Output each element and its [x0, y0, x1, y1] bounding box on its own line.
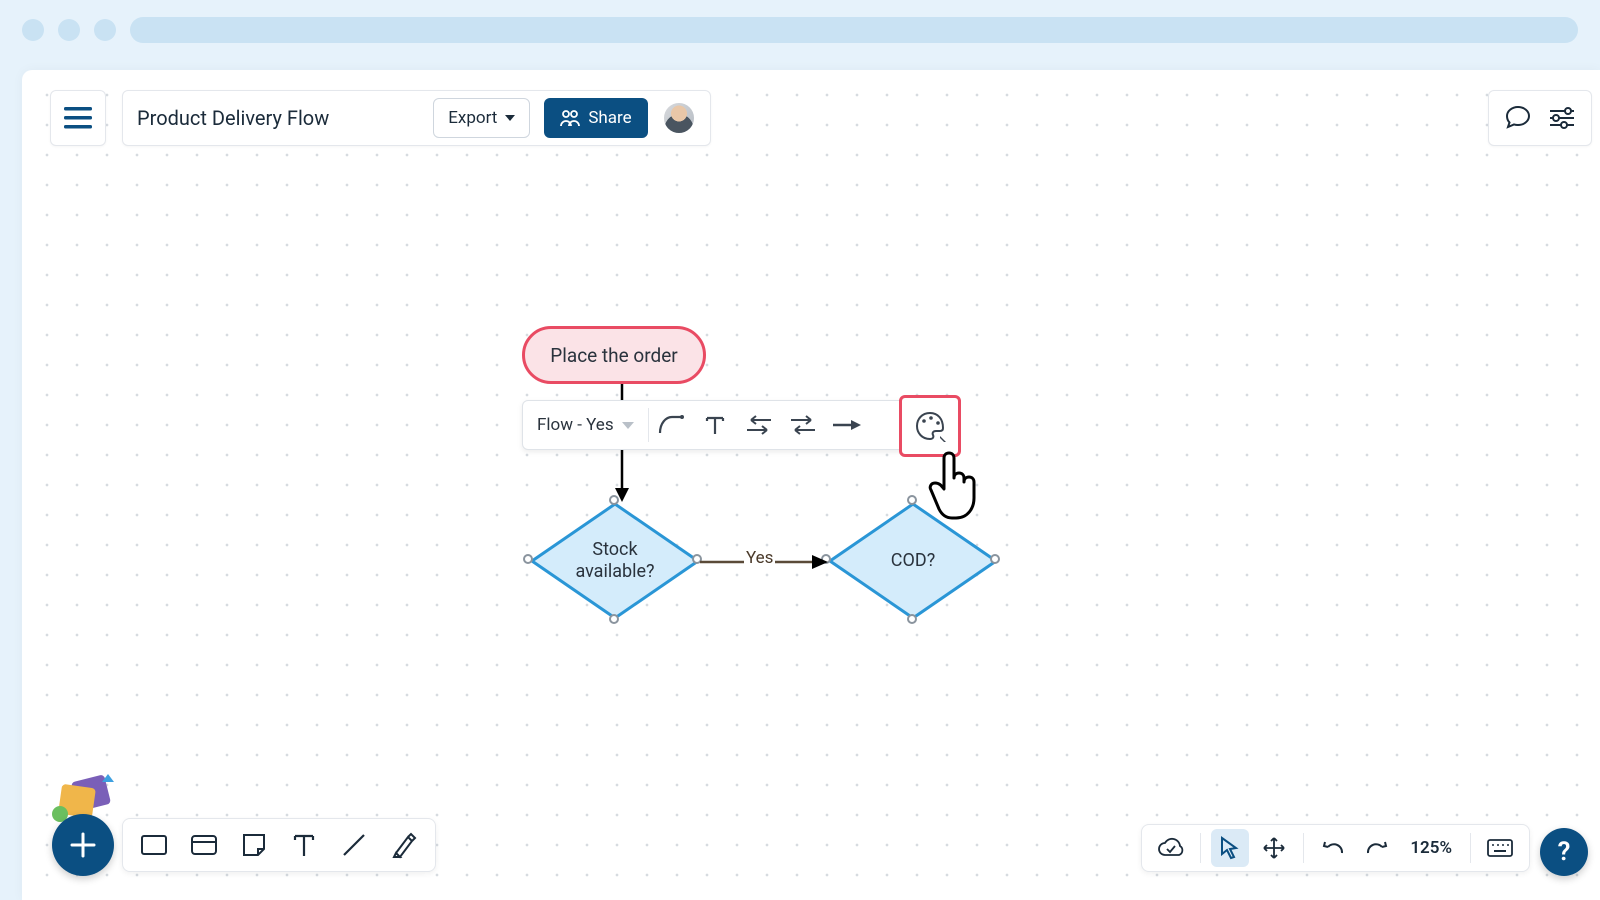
help-button[interactable]: ? [1540, 828, 1588, 876]
window-dot [22, 19, 44, 41]
connector-context-toolbar: Flow - Yes [522, 400, 954, 450]
sticky-note-tool[interactable] [231, 822, 277, 868]
people-icon [560, 109, 580, 127]
palette-icon [914, 410, 946, 442]
line-tool[interactable] [331, 822, 377, 868]
stock-node-label: Stock available? [530, 502, 700, 620]
highlighter-icon [390, 831, 418, 859]
add-shape-button[interactable] [52, 814, 114, 876]
comments-button[interactable] [1499, 99, 1537, 137]
main-menu-button[interactable] [50, 90, 106, 146]
swap-arrows-icon [789, 414, 817, 436]
sticky-note-icon [241, 832, 267, 858]
move-icon [1262, 836, 1286, 860]
document-title[interactable]: Product Delivery Flow [137, 106, 419, 130]
status-bar: 125% [1141, 824, 1530, 872]
text-button[interactable] [693, 403, 737, 447]
settings-button[interactable] [1543, 99, 1581, 137]
cursor-hand-icon [926, 446, 986, 526]
start-node-label: Place the order [550, 344, 677, 367]
cloud-check-icon [1157, 837, 1185, 859]
right-toolbar [1488, 90, 1592, 146]
card-tool[interactable] [181, 822, 227, 868]
browser-chrome [0, 0, 1600, 60]
card-icon [190, 833, 218, 857]
caret-down-icon [622, 422, 634, 429]
user-avatar[interactable] [662, 101, 696, 135]
undo-icon [1322, 839, 1344, 857]
canvas[interactable]: Product Delivery Flow Export Share [22, 70, 1600, 900]
text-icon [704, 414, 726, 436]
hamburger-icon [64, 107, 92, 129]
share-label: Share [588, 108, 631, 128]
stock-decision-node[interactable]: Stock available? [530, 502, 700, 620]
pan-tool[interactable] [1255, 829, 1293, 867]
window-dot [94, 19, 116, 41]
sync-status[interactable] [1152, 829, 1190, 867]
help-label: ? [1558, 837, 1571, 867]
arrow-end-button[interactable] [781, 403, 825, 447]
divider [1470, 833, 1471, 863]
text-tool[interactable] [281, 822, 327, 868]
start-node[interactable]: Place the order [522, 326, 706, 384]
line-icon [340, 831, 368, 859]
cursor-icon [1219, 836, 1241, 860]
zoom-level[interactable]: 125% [1402, 838, 1460, 858]
line-style-button[interactable] [649, 403, 693, 447]
curved-line-icon [658, 415, 684, 435]
caret-down-icon [505, 115, 515, 121]
share-button[interactable]: Share [544, 98, 647, 138]
divider [1303, 833, 1304, 863]
redo-icon [1366, 839, 1388, 857]
select-tool[interactable] [1211, 829, 1249, 867]
connector-type-label: Flow - Yes [537, 415, 614, 435]
text-icon [292, 832, 316, 858]
redo-button[interactable] [1358, 829, 1396, 867]
undo-button[interactable] [1314, 829, 1352, 867]
arrow-start-button[interactable] [737, 403, 781, 447]
arrow-right-icon [833, 418, 861, 432]
arrow-left-right-icon [745, 414, 773, 436]
flow-yes-label[interactable]: Yes [744, 548, 775, 568]
rectangle-tool[interactable] [131, 822, 177, 868]
arrowhead-button[interactable] [825, 403, 869, 447]
window-dot [58, 19, 80, 41]
rectangle-icon [140, 833, 168, 857]
export-button[interactable]: Export [433, 98, 530, 138]
url-bar [130, 17, 1578, 43]
highlighter-tool[interactable] [381, 822, 427, 868]
divider [1200, 833, 1201, 863]
connector-type-select[interactable]: Flow - Yes [523, 401, 648, 449]
keyboard-shortcuts-button[interactable] [1481, 829, 1519, 867]
shape-toolbar [122, 818, 436, 872]
export-label: Export [448, 108, 497, 128]
header-toolbar: Product Delivery Flow Export Share [122, 90, 711, 146]
sliders-icon [1548, 106, 1576, 130]
plus-icon [68, 830, 98, 860]
chat-bubble-icon [1504, 104, 1532, 132]
keyboard-icon [1486, 838, 1514, 858]
